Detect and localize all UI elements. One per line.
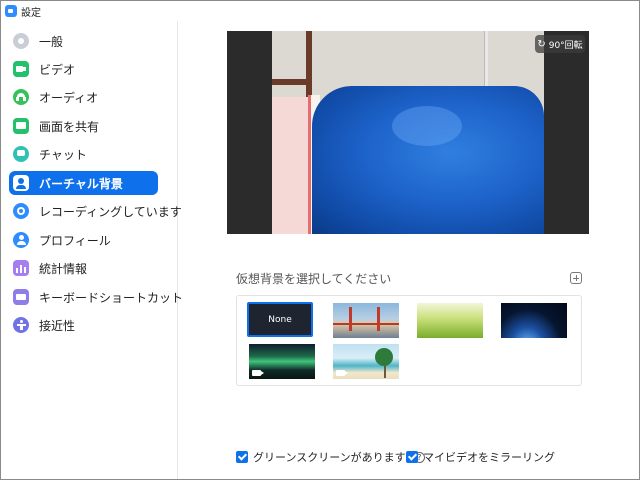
mirror-video-label: マイビデオをミラーリング bbox=[423, 451, 555, 464]
settings-window: 設定 一般 ビデオ オーディオ 画面を共有 チャット バーチャル背景 レコーディ… bbox=[0, 0, 640, 480]
background-thumb-none[interactable]: None bbox=[247, 302, 313, 337]
video-camera-icon bbox=[13, 61, 29, 77]
sidebar-item-label: 接近性 bbox=[39, 318, 76, 333]
camera-preview: ↻ 90°回転 bbox=[227, 31, 589, 234]
bar-chart-icon bbox=[13, 260, 29, 276]
rotate-90-button[interactable]: ↻ 90°回転 bbox=[535, 35, 585, 53]
sidebar-item-label: プロフィール bbox=[39, 233, 111, 248]
sidebar-item-label: バーチャル背景 bbox=[39, 176, 123, 191]
background-thumb-grass[interactable] bbox=[417, 303, 483, 338]
video-badge-icon bbox=[252, 370, 264, 376]
zoom-app-icon bbox=[5, 5, 17, 17]
mirror-video-option[interactable]: マイビデオをミラーリング bbox=[406, 449, 555, 465]
sidebar-item-label: レコーディングしています bbox=[39, 204, 182, 219]
choose-background-title: 仮想背景を選択してください bbox=[236, 272, 392, 286]
settings-sidebar: 一般 ビデオ オーディオ 画面を共有 チャット バーチャル背景 レコーディングし… bbox=[1, 21, 183, 479]
sidebar-item-recording[interactable]: レコーディングしています bbox=[9, 199, 182, 223]
background-gallery: None bbox=[236, 295, 582, 386]
rotate-label: 90°回転 bbox=[548, 40, 583, 51]
sidebar-item-label: 統計情報 bbox=[39, 261, 88, 276]
sidebar-item-keyboard-shortcuts[interactable]: キーボードショートカット bbox=[9, 285, 183, 309]
mirror-video-checkbox[interactable] bbox=[406, 451, 418, 463]
add-background-button[interactable] bbox=[570, 272, 582, 284]
sidebar-item-profile[interactable]: プロフィール bbox=[9, 228, 158, 252]
sidebar-item-label: 画面を共有 bbox=[39, 119, 100, 134]
virtual-background-icon bbox=[13, 175, 29, 191]
background-thumb-beach[interactable] bbox=[333, 344, 399, 379]
green-screen-checkbox[interactable] bbox=[236, 451, 248, 463]
video-badge-icon bbox=[336, 370, 348, 376]
gear-icon bbox=[13, 33, 29, 49]
screen-share-icon bbox=[13, 118, 29, 134]
sidebar-item-label: キーボードショートカット bbox=[39, 290, 184, 305]
camera-feed-image bbox=[272, 31, 544, 234]
sidebar-item-video[interactable]: ビデオ bbox=[9, 57, 158, 81]
sidebar-item-label: ビデオ bbox=[39, 62, 76, 77]
sidebar-item-statistics[interactable]: 統計情報 bbox=[9, 256, 158, 280]
sidebar-item-label: 一般 bbox=[39, 34, 64, 49]
sidebar-item-virtual-background[interactable]: バーチャル背景 bbox=[9, 171, 158, 195]
sidebar-item-accessibility[interactable]: 接近性 bbox=[9, 313, 158, 337]
background-thumb-aurora[interactable] bbox=[249, 344, 315, 379]
title-bar: 設定 bbox=[1, 1, 639, 21]
sidebar-item-general[interactable]: 一般 bbox=[9, 29, 158, 53]
background-thumb-golden-gate-bridge[interactable] bbox=[333, 303, 399, 338]
headphones-icon bbox=[13, 89, 29, 105]
sidebar-item-audio[interactable]: オーディオ bbox=[9, 85, 158, 109]
keyboard-icon bbox=[13, 289, 29, 305]
chat-bubble-icon bbox=[13, 146, 29, 162]
none-label: None bbox=[268, 314, 292, 325]
person-icon bbox=[13, 232, 29, 248]
rotate-icon: ↻ bbox=[537, 38, 546, 50]
sidebar-item-label: チャット bbox=[39, 147, 87, 162]
sidebar-item-label: オーディオ bbox=[39, 90, 99, 105]
sidebar-item-share-screen[interactable]: 画面を共有 bbox=[9, 114, 158, 138]
background-thumb-earth[interactable] bbox=[501, 303, 567, 338]
window-title: 設定 bbox=[21, 8, 41, 19]
record-icon bbox=[13, 203, 29, 219]
accessibility-icon bbox=[13, 317, 29, 333]
sidebar-item-chat[interactable]: チャット bbox=[9, 142, 158, 166]
green-screen-label: グリーンスクリーンがあります bbox=[253, 451, 406, 464]
green-screen-option[interactable]: グリーンスクリーンがあります ? bbox=[236, 449, 425, 465]
